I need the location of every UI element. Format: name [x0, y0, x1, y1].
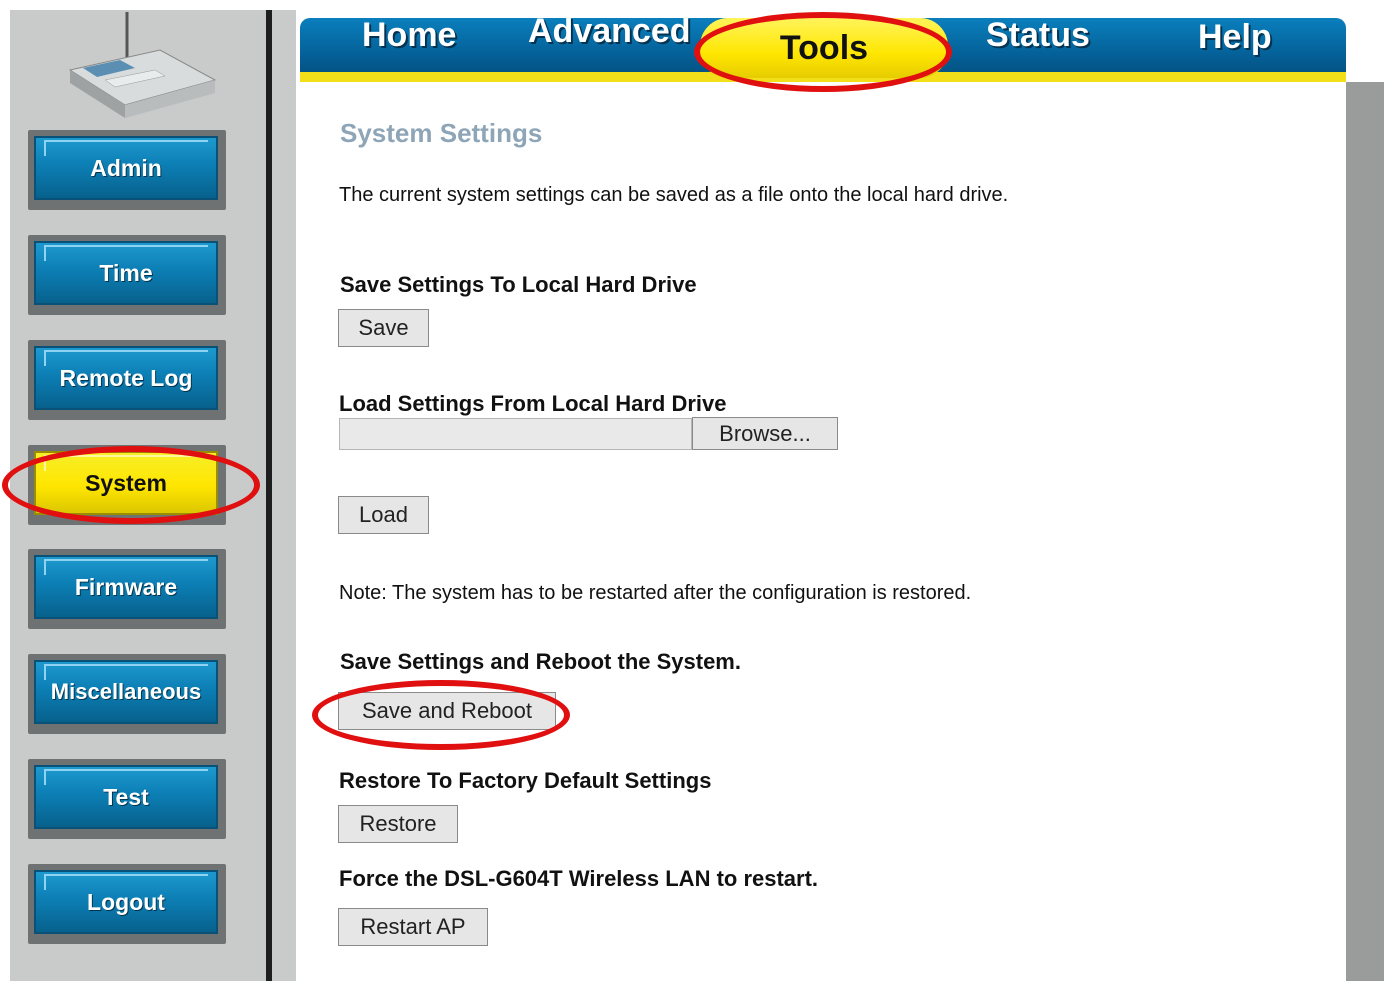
sidebar-item-test[interactable]: Test	[28, 759, 226, 839]
sidebar-item-firmware-face[interactable]: Firmware	[34, 555, 218, 619]
sidebar-item-remote-log-face[interactable]: Remote Log	[34, 346, 218, 410]
tab-tools-label: Tools	[779, 28, 869, 67]
sidebar-item-time[interactable]: Time	[28, 235, 226, 315]
sidebar-item-label: Remote Log	[59, 364, 193, 391]
sidebar-gutter	[272, 10, 296, 981]
main-content	[300, 82, 1346, 981]
page-title: System Settings	[340, 118, 543, 148]
sidebar-item-test-face[interactable]: Test	[34, 765, 218, 829]
sidebar-item-admin-face[interactable]: Admin	[34, 136, 218, 200]
tab-advanced[interactable]: Advanced	[528, 12, 691, 51]
file-path-input[interactable]	[339, 418, 692, 450]
tab-status[interactable]: Status	[986, 16, 1090, 55]
restore-section-heading: Restore To Factory Default Settings	[339, 768, 712, 793]
sidebar-item-logout[interactable]: Logout	[28, 864, 226, 944]
reboot-section-heading: Save Settings and Reboot the System.	[340, 649, 741, 674]
sidebar-item-logout-face[interactable]: Logout	[34, 870, 218, 934]
sidebar-item-label: System	[85, 469, 167, 496]
intro-text: The current system settings can be saved…	[339, 184, 1009, 206]
save-and-reboot-button[interactable]: Save and Reboot	[338, 692, 556, 730]
sidebar-item-label: Firmware	[74, 573, 178, 600]
sidebar-item-label: Test	[103, 783, 149, 810]
tab-home[interactable]: Home	[362, 16, 456, 55]
sidebar-item-admin[interactable]: Admin	[28, 130, 226, 210]
sidebar-item-firmware[interactable]: Firmware	[28, 549, 226, 629]
sidebar-item-label: Time	[99, 259, 153, 286]
sidebar-item-time-face[interactable]: Time	[34, 241, 218, 305]
restart-section-heading: Force the DSL-G604T Wireless LAN to rest…	[339, 866, 819, 891]
restore-button[interactable]: Restore	[338, 805, 458, 843]
sidebar-item-miscellaneous[interactable]: Miscellaneous	[28, 654, 226, 734]
sidebar-item-system-face[interactable]: System	[34, 451, 218, 515]
right-border	[1346, 82, 1384, 981]
restart-ap-button[interactable]: Restart AP	[338, 908, 488, 946]
router-device-icon	[68, 12, 217, 118]
sidebar-item-miscellaneous-face[interactable]: Miscellaneous	[34, 660, 218, 724]
load-button[interactable]: Load	[338, 496, 429, 534]
sidebar-item-system[interactable]: System	[28, 445, 226, 525]
save-section-heading: Save Settings To Local Hard Drive	[340, 272, 697, 297]
tab-help[interactable]: Help	[1198, 18, 1272, 57]
sidebar-item-remote-log[interactable]: Remote Log	[28, 340, 226, 420]
browse-button[interactable]: Browse...	[692, 417, 838, 450]
load-section-heading: Load Settings From Local Hard Drive	[339, 391, 727, 416]
save-button[interactable]: Save	[338, 309, 429, 347]
tab-tools[interactable]: Tools	[700, 18, 948, 78]
sidebar-item-label: Miscellaneous	[50, 679, 202, 704]
sidebar-item-label: Logout	[87, 888, 165, 915]
sidebar-item-label: Admin	[90, 154, 162, 181]
restart-note: Note: The system has to be restarted aft…	[339, 582, 972, 604]
